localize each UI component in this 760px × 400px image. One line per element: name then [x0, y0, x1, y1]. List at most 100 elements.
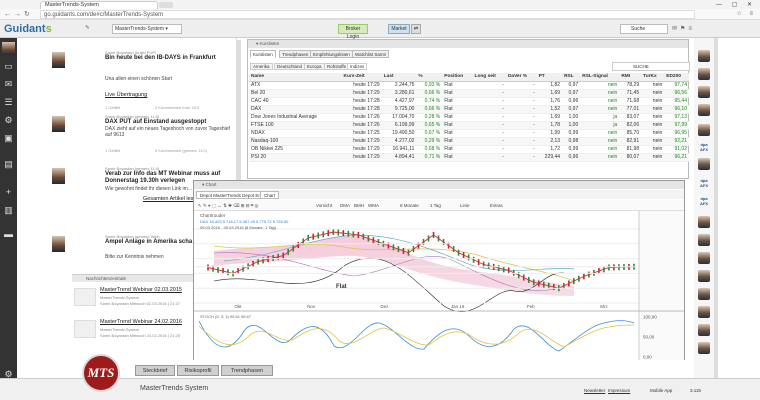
- column-header[interactable]: Name: [249, 73, 342, 82]
- header-icons[interactable]: ✉⚑≡: [672, 25, 695, 32]
- table-row[interactable]: NDAX heute 17:25 19.490,50 0,67 % Flat - -1,99…: [249, 129, 689, 138]
- news-title[interactable]: MasterTrend Webinar 02.03.2015: [100, 287, 182, 293]
- search-input[interactable]: Suche: [620, 24, 668, 34]
- chat-icon[interactable]: ✉: [2, 78, 15, 91]
- tab-chart[interactable]: Chart: [260, 191, 280, 199]
- settings-icon[interactable]: ⚙: [2, 114, 15, 127]
- post-title[interactable]: DAX PUT auf Einstand ausgestoppt: [105, 119, 237, 126]
- contact-avatar[interactable]: [698, 324, 710, 336]
- contact-avatar[interactable]: [698, 158, 710, 170]
- tab-steckbrief[interactable]: Steckbrief: [135, 365, 175, 376]
- browser-menu-icons[interactable]: ☆ ≡: [736, 10, 756, 17]
- contact-avatar[interactable]: [698, 270, 710, 282]
- dpa-afx-badge[interactable]: dpa AFX: [697, 178, 711, 188]
- column-header[interactable]: %: [416, 73, 443, 82]
- column-header[interactable]: Last: [381, 73, 417, 82]
- window-controls[interactable]: — ▢ ✕: [716, 1, 756, 8]
- forward-icon[interactable]: →: [14, 11, 24, 18]
- price-list-search[interactable]: SUCHE: [612, 62, 690, 71]
- tab-watchlist[interactable]: Watchlist Samir: [352, 50, 390, 58]
- column-header[interactable]: Kurs-Zeit: [341, 73, 382, 82]
- newsletter-link[interactable]: Newsletter: [584, 388, 605, 393]
- column-header[interactable]: RMI: [619, 73, 642, 82]
- dpa-afx-badge[interactable]: dpa AFX: [697, 196, 711, 206]
- reload-icon[interactable]: ↻: [24, 11, 33, 18]
- new-tab-button[interactable]: [159, 2, 173, 8]
- extras-menu[interactable]: Extras: [490, 200, 503, 211]
- browser-tab[interactable]: MasterTrends-System: [40, 1, 158, 9]
- post-likes[interactable]: 1 Gefällt: [105, 105, 120, 110]
- author-avatar[interactable]: [52, 52, 65, 68]
- author-avatar[interactable]: [52, 236, 65, 252]
- cursor-icon[interactable]: ↖ ✎ ⌖ ⬚ ↔ ⇅ ✚ ⌫ ⊞ ⊟ ⌗ ◎: [198, 200, 258, 211]
- table-row[interactable]: Dow Jones Industrial Average heute 17:26 1…: [249, 113, 689, 122]
- contact-avatar[interactable]: [698, 86, 710, 98]
- share-button[interactable]: ⇄: [411, 24, 421, 34]
- toolbar-dma[interactable]: DMA: [340, 200, 350, 211]
- table-row[interactable]: FTSE 100 heute 17:26 6.199,99 0,65 % Flat - -1…: [249, 121, 689, 130]
- news-title[interactable]: MasterTrend Webinar 24.02.2016: [100, 319, 182, 325]
- column-header[interactable]: TurKx: [641, 73, 665, 82]
- table-row[interactable]: ATX heute 17:29 2.244,75 0,93 % Flat - -1,82 0,…: [249, 81, 689, 90]
- contact-avatar[interactable]: [698, 288, 710, 300]
- dpa-afx-badge[interactable]: dpa AFX: [697, 142, 711, 152]
- workspace-select[interactable]: MasterTrends-System ▾: [112, 24, 182, 34]
- contact-avatar[interactable]: [698, 50, 710, 62]
- toolbar-bmh[interactable]: BMH: [354, 200, 364, 211]
- tab-depot[interactable]: Depot MasterTrends Depot Endl: [196, 191, 269, 199]
- table-row[interactable]: Bel 20 heute 17:29 3.280,61 0,66 % Flat - -1,6…: [249, 89, 689, 98]
- column-header[interactable]: PT: [536, 73, 563, 82]
- post-comments[interactable]: 2 Kommentare from 15:0: [155, 105, 199, 110]
- feed-post[interactable]: Samir Boyardan (gemerc 11:0) DAX PUT auf…: [47, 112, 237, 166]
- post-likes[interactable]: 1 Gefällt: [105, 148, 120, 153]
- tab-trendphasen-profile[interactable]: Trendphasen: [221, 365, 273, 376]
- table-row[interactable]: OB Nikkei 225 heute 17:29 16.941,11 0,68 % F…: [249, 145, 689, 154]
- region-tab-rohstoffe[interactable]: Rohstoffe: [324, 63, 350, 70]
- briefcase-icon[interactable]: ▣: [2, 132, 15, 145]
- contact-avatar[interactable]: [698, 68, 710, 80]
- column-header[interactable]: DaVer %: [505, 73, 537, 82]
- region-tab-amerika[interactable]: Amerika: [250, 63, 273, 70]
- mobile-app-link[interactable]: Mobile App: [650, 388, 672, 393]
- toolbar-vorsicht[interactable]: Vorsicht: [316, 200, 332, 211]
- right-scrollbar[interactable]: [714, 38, 718, 378]
- guidants-logo[interactable]: Guidants: [4, 23, 52, 35]
- user-avatar[interactable]: [2, 42, 15, 55]
- monitor-icon[interactable]: ▭: [2, 60, 15, 73]
- feed-post[interactable]: Samir Boyardan (bullet PUP) Bin heute be…: [47, 48, 237, 110]
- chart-type-select[interactable]: Linie: [460, 200, 470, 211]
- contact-avatar[interactable]: [698, 234, 710, 246]
- column-header[interactable]: ED200: [664, 73, 689, 82]
- contact-avatar[interactable]: [698, 104, 710, 116]
- contact-avatar[interactable]: [698, 342, 710, 354]
- column-header[interactable]: Long seit: [472, 73, 506, 82]
- contact-avatar[interactable]: [698, 306, 710, 318]
- mail-icon[interactable]: ✉: [672, 26, 680, 32]
- table-row[interactable]: Nasdaq-100 heute 17:29 4.277,02 0,29 % Flat -…: [249, 137, 689, 146]
- region-tab-europa[interactable]: Europa: [304, 63, 325, 70]
- contact-avatar[interactable]: [698, 124, 710, 136]
- read-article-link[interactable]: Gesamten Artikel lesen: [143, 196, 200, 202]
- impressum-link[interactable]: Impressum: [608, 388, 630, 393]
- table-row[interactable]: DAX heute 17:28 9.725,00 0,66 % Flat - -1,52 0,…: [249, 105, 689, 114]
- menu-icon[interactable]: ≡: [688, 26, 695, 32]
- chart-icon[interactable]: ▥: [2, 204, 15, 217]
- folder-icon[interactable]: ▬: [2, 228, 15, 241]
- nav-buttons[interactable]: ←→↻: [4, 10, 33, 18]
- tab-empfehlungslisten[interactable]: Empfehlungslisten: [310, 50, 353, 58]
- column-header[interactable]: RSL-Signal: [580, 73, 620, 82]
- price-chart[interactable]: OktNovDezJan 16FebMrz 11.000,0010.500,00…: [194, 211, 684, 360]
- add-icon[interactable]: +: [2, 186, 15, 199]
- column-header[interactable]: RSL: [562, 73, 581, 82]
- tab-kurslisten[interactable]: Kurslisten: [250, 50, 276, 58]
- mts-logo[interactable]: MTS: [82, 354, 120, 392]
- list-icon[interactable]: ☰: [2, 96, 15, 109]
- broker-login-button[interactable]: Broker Login: [338, 24, 368, 40]
- post-link[interactable]: Live Übertragung: [105, 92, 147, 98]
- toolbar-wma[interactable]: WMA: [368, 200, 379, 211]
- period-select[interactable]: 8 Monate: [400, 200, 419, 211]
- tab-risikoprofil[interactable]: Risikoprofil: [177, 365, 219, 376]
- post-title[interactable]: Bin heute bei den IB-DAYS in Frankfurt: [105, 55, 237, 62]
- contact-avatar[interactable]: [698, 216, 710, 228]
- author-avatar[interactable]: [52, 116, 65, 132]
